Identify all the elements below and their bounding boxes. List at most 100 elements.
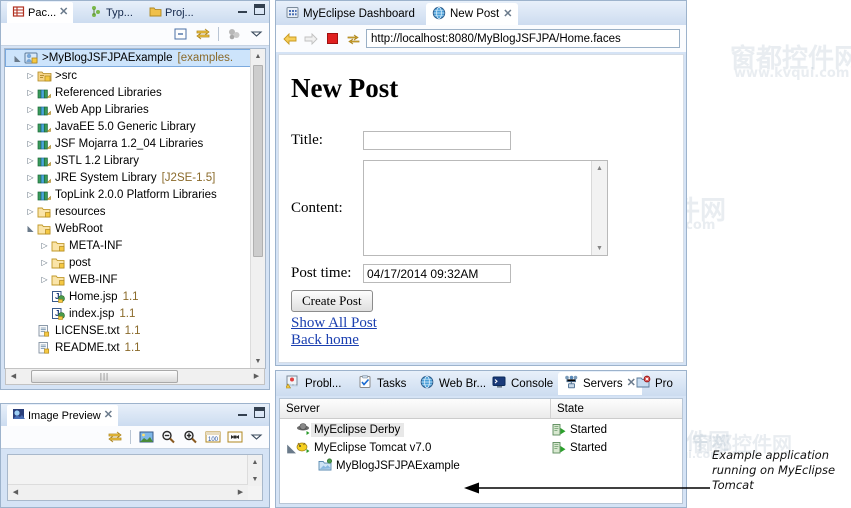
tree-node[interactable]: ▷ JSF Mojarra 1.2_04 Libraries (5, 135, 251, 152)
tree-node[interactable]: ▷ META-INF (5, 237, 251, 254)
bottom-tab-list[interactable]: Probl... Tasks Web Br... Console Servers ✕ Pro (276, 371, 686, 396)
tree-node[interactable]: ▷ JavaEE 5.0 Generic Library (5, 118, 251, 135)
tree-vertical-scrollbar[interactable]: ▲ ▼ (250, 49, 265, 368)
link-with-editor-icon[interactable] (194, 26, 211, 42)
create-post-button[interactable]: Create Post (291, 290, 373, 312)
tree-node[interactable]: ▷ >src (5, 67, 251, 84)
collapse-all-icon[interactable] (172, 26, 189, 42)
twisty-collapsed-icon[interactable]: ▷ (25, 190, 36, 199)
hscrollbar-thumb[interactable]: ||| (31, 370, 178, 383)
scroll-left-icon[interactable]: ◀ (8, 485, 23, 499)
tree-node[interactable]: README.txt 1.1 (5, 339, 251, 356)
twisty-expanded-icon[interactable]: ◢ (25, 224, 36, 233)
view-menu-icon[interactable] (248, 26, 265, 42)
twisty-collapsed-icon[interactable]: ▷ (25, 139, 36, 148)
twisty-collapsed-icon[interactable]: ▷ (39, 275, 50, 284)
twisty-collapsed-icon[interactable]: ▷ (25, 207, 36, 216)
bottom-tab-web-br[interactable]: Web Br... (414, 372, 492, 395)
bottom-tab-pro[interactable]: Pro (630, 372, 679, 395)
scroll-left-icon[interactable]: ◀ (6, 369, 21, 383)
bottom-tab-tasks[interactable]: Tasks (352, 372, 412, 395)
scroll-down-icon[interactable]: ▼ (248, 472, 262, 486)
textarea-scrollbar[interactable]: ▲ ▼ (591, 161, 607, 255)
tree-node[interactable]: ▷ Web App Libraries (5, 101, 251, 118)
image-preview-canvas[interactable]: ▲ ▼ ◀ ▶ (7, 454, 263, 501)
tab-project-explorer[interactable]: Proj... (144, 2, 199, 23)
stop-icon[interactable] (324, 31, 340, 47)
bottom-tab-console[interactable]: Console (486, 372, 559, 395)
tab-package-explorer[interactable]: Pac... ✕ (7, 2, 74, 23)
back-home-link[interactable]: Back home (291, 332, 683, 349)
scroll-up-icon[interactable]: ▲ (248, 455, 262, 469)
twisty-collapsed-icon[interactable]: ▷ (39, 258, 50, 267)
tab-image-preview[interactable]: Image Preview ✕ (7, 405, 118, 426)
tree-horizontal-scrollbar[interactable]: ◀ ||| ▶ (5, 368, 265, 385)
forward-arrow-icon[interactable] (303, 31, 319, 47)
title-input[interactable] (363, 131, 511, 150)
scrollbar-thumb[interactable] (253, 65, 263, 257)
close-icon[interactable]: ✕ (104, 410, 113, 421)
twisty-collapsed-icon[interactable]: ▷ (25, 173, 36, 182)
tree-node[interactable]: ▷ JSTL 1.2 Library (5, 152, 251, 169)
twisty-collapsed-icon[interactable]: ▷ (25, 71, 36, 80)
url-input[interactable]: http://localhost:8080/MyBlogJSFJPA/Home.… (366, 29, 680, 48)
close-icon[interactable]: ✕ (59, 7, 68, 18)
maximize-button[interactable] (254, 407, 265, 418)
tree-node[interactable]: ▷ Referenced Libraries (5, 84, 251, 101)
post-time-input[interactable]: 04/17/2014 09:32AM (363, 264, 511, 283)
tree-node[interactable]: ◢ WebRoot (5, 220, 251, 237)
servers-row-list[interactable]: MyEclipse Derby Started ◢ MyEclipse Tomcat … (280, 421, 682, 475)
column-header-state[interactable]: State (550, 399, 682, 418)
twisty-collapsed-icon[interactable]: ▷ (25, 156, 36, 165)
zoom-out-icon[interactable] (160, 429, 177, 445)
twisty-expanded-icon[interactable]: ◢ (284, 441, 296, 455)
minimize-button[interactable] (237, 4, 248, 15)
scroll-up-icon[interactable]: ▲ (251, 49, 265, 63)
scroll-right-icon[interactable]: ▶ (249, 369, 264, 383)
maximize-button[interactable] (254, 4, 265, 15)
minimize-button[interactable] (237, 407, 248, 418)
focus-icon[interactable] (226, 26, 243, 42)
view-menu-icon[interactable] (248, 429, 265, 445)
image-icon[interactable] (138, 429, 155, 445)
server-row[interactable]: ◢ MyEclipse Tomcat v7.0 Started (280, 439, 682, 457)
tree-node[interactable]: ▷ JRE System Library [J2SE-1.5] (5, 169, 251, 186)
tree-node[interactable]: ▷ resources (5, 203, 251, 220)
tree-node[interactable]: Jindex.jsp 1.1 (5, 305, 251, 322)
tree-node[interactable]: LICENSE.txt 1.1 (5, 322, 251, 339)
package-explorer-tree[interactable]: ◢ >MyBlogJSFJPAExample [examples. ▷ >src ▷ Ref… (4, 48, 266, 369)
column-header-server[interactable]: Server (280, 399, 556, 418)
tree-node[interactable]: J Home.jsp 1.1 (5, 288, 251, 305)
link-with-editor-icon[interactable] (106, 429, 123, 445)
scroll-down-icon[interactable]: ▼ (251, 354, 265, 368)
tab-new-post[interactable]: New Post ✕ (426, 3, 519, 25)
tree-node[interactable]: ◢ >MyBlogJSFJPAExample [examples. (5, 49, 251, 67)
tree-node-list[interactable]: ◢ >MyBlogJSFJPAExample [examples. ▷ >src ▷ Ref… (5, 49, 251, 356)
preview-vertical-scrollbar[interactable]: ▲ ▼ (247, 455, 262, 486)
content-textarea[interactable]: ▲ ▼ (363, 160, 608, 256)
tree-node[interactable]: ▷ post (5, 254, 251, 271)
scroll-right-icon[interactable]: ▶ (233, 485, 248, 499)
show-all-post-link[interactable]: Show All Post (291, 315, 683, 332)
refresh-icon[interactable] (345, 31, 361, 47)
twisty-collapsed-icon[interactable]: ▷ (25, 105, 36, 114)
tree-node[interactable]: ▷ TopLink 2.0.0 Platform Libraries (5, 186, 251, 203)
twisty-expanded-icon[interactable]: ◢ (12, 54, 23, 63)
twisty-collapsed-icon[interactable]: ▷ (25, 122, 36, 131)
twisty-collapsed-icon[interactable]: ▷ (39, 241, 50, 250)
scroll-up-icon[interactable]: ▲ (592, 161, 607, 175)
tab-type-hierarchy[interactable]: Typ... (85, 2, 138, 23)
close-icon[interactable]: ✕ (503, 8, 512, 20)
server-row[interactable]: MyEclipse Derby Started (280, 421, 682, 439)
bottom-tab-probl[interactable]: Probl... (280, 372, 347, 395)
tab-myeclipse-dashboard[interactable]: MyEclipse Dashboard (280, 3, 421, 25)
preview-horizontal-scrollbar[interactable]: ◀ ▶ (8, 484, 248, 500)
zoom-100-icon[interactable]: 100 (204, 429, 221, 445)
twisty-collapsed-icon[interactable]: ▷ (25, 88, 36, 97)
server-row[interactable]: MyBlogJSFJPAExample (280, 457, 682, 475)
fit-image-icon[interactable] (226, 429, 243, 445)
tree-node[interactable]: ▷ WEB-INF (5, 271, 251, 288)
back-arrow-icon[interactable] (282, 31, 298, 47)
zoom-in-icon[interactable] (182, 429, 199, 445)
scroll-down-icon[interactable]: ▼ (592, 241, 607, 255)
